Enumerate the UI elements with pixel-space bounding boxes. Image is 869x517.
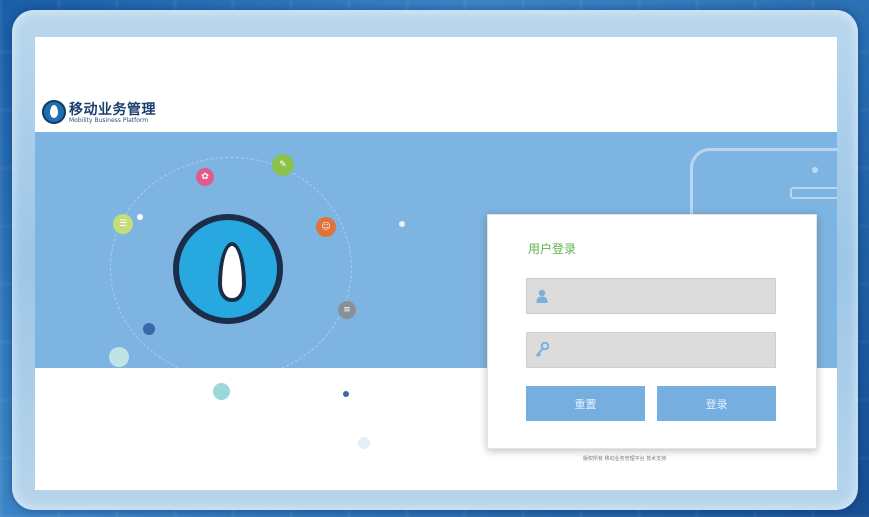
app-bubble-icon	[109, 347, 129, 367]
app-subtitle: Mobility Business Platform	[69, 117, 149, 124]
app-bubble-icon: ≡	[338, 301, 356, 319]
app-bubble-icon: ☰	[113, 214, 133, 234]
password-input[interactable]	[526, 332, 776, 368]
app-title: 移动业务管理	[69, 102, 156, 118]
tool-bubble-icon: ✎	[272, 154, 294, 176]
app-bubble-icon	[213, 383, 230, 400]
app-header: 移动业务管理 Mobility Business Platform	[35, 37, 837, 132]
flame-icon	[218, 242, 246, 302]
reset-button[interactable]: 重置	[526, 386, 645, 421]
dot-icon	[137, 214, 143, 220]
app-bubble-icon: ✿	[196, 168, 214, 186]
login-button[interactable]: 登录	[657, 386, 776, 421]
username-input[interactable]	[526, 278, 776, 314]
tablet-speaker-icon	[790, 187, 837, 199]
flame-emblem-icon	[173, 214, 283, 324]
dot-icon	[143, 323, 155, 335]
app-screen: 移动业务管理 Mobility Business Platform ✿ ✎ ☰ …	[35, 37, 837, 490]
app-bubble-icon: ☺	[316, 217, 336, 237]
copyright-note: 版权所有 移动业务管理平台 技术支持	[583, 456, 667, 462]
login-heading: 用户登录	[528, 242, 577, 256]
key-icon	[535, 342, 549, 358]
user-icon	[535, 288, 549, 304]
dot-icon	[399, 221, 405, 227]
dot-icon	[358, 437, 370, 449]
flame-logo-icon	[42, 100, 66, 124]
dot-icon	[343, 391, 349, 397]
login-panel: 用户登录 重置 登录	[487, 214, 817, 449]
tablet-camera-icon	[812, 167, 818, 173]
